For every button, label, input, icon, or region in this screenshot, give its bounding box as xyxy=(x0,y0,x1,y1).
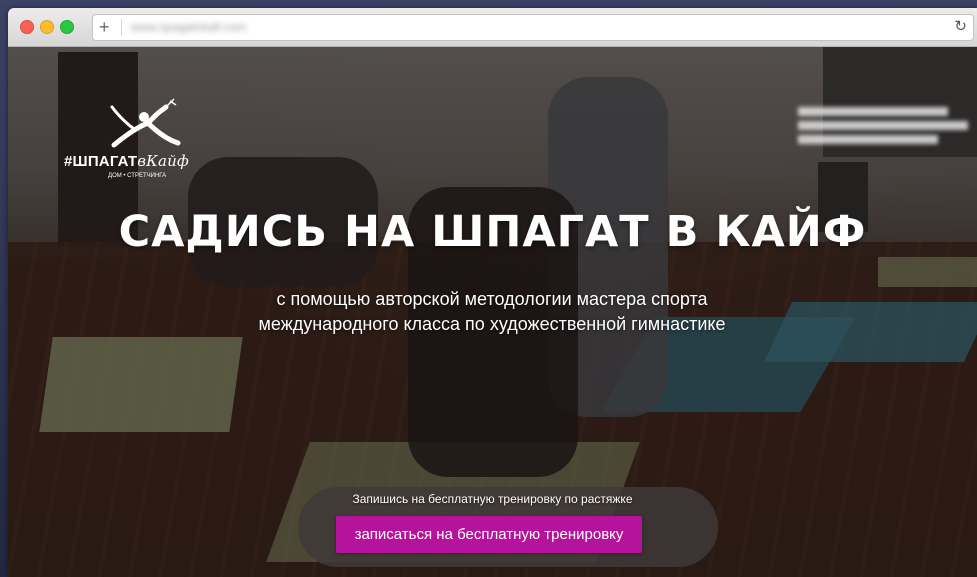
address-divider xyxy=(121,19,122,36)
close-window-button[interactable] xyxy=(20,20,34,34)
reload-icon[interactable]: ↻ xyxy=(954,18,967,36)
site-logo[interactable]: #ШПАГАТвКайф ДОМ • СТРЕТЧИНГА xyxy=(64,97,204,187)
cta-caption: Запишись на бесплатную тренировку по рас… xyxy=(352,492,633,506)
logo-brand-prefix: #ШПАГАТ xyxy=(64,153,138,170)
header-contact-info xyxy=(798,102,968,162)
logo-wordmark: #ШПАГАТвКайф xyxy=(64,152,214,170)
logo-brand-script: вКайф xyxy=(137,152,189,170)
browser-window: + www.spagatvkaif.com ↻ #ШПАГАТвКайф ДОМ… xyxy=(8,8,977,577)
free-training-signup-button[interactable]: записаться на бесплатную тренировку xyxy=(336,516,642,553)
minimize-window-button[interactable] xyxy=(40,20,54,34)
landing-page: #ШПАГАТвКайф ДОМ • СТРЕТЧИНГА САДИСЬ НА … xyxy=(8,47,977,577)
hero-title: САДИСЬ НА ШПАГАТ В КАЙФ xyxy=(118,207,867,257)
dancer-silhouette-icon xyxy=(110,98,181,148)
logo-tagline: ДОМ • СТРЕТЧИНГА xyxy=(108,173,167,179)
address-bar[interactable]: + www.spagatvkaif.com ↻ xyxy=(92,14,974,41)
browser-titlebar: + www.spagatvkaif.com ↻ xyxy=(8,8,977,47)
url-text[interactable]: www.spagatvkaif.com xyxy=(131,20,291,34)
new-tab-icon[interactable]: + xyxy=(99,17,110,37)
maximize-window-button[interactable] xyxy=(60,20,74,34)
hero-subtitle: с помощью авторской методологии мастера … xyxy=(258,289,726,334)
